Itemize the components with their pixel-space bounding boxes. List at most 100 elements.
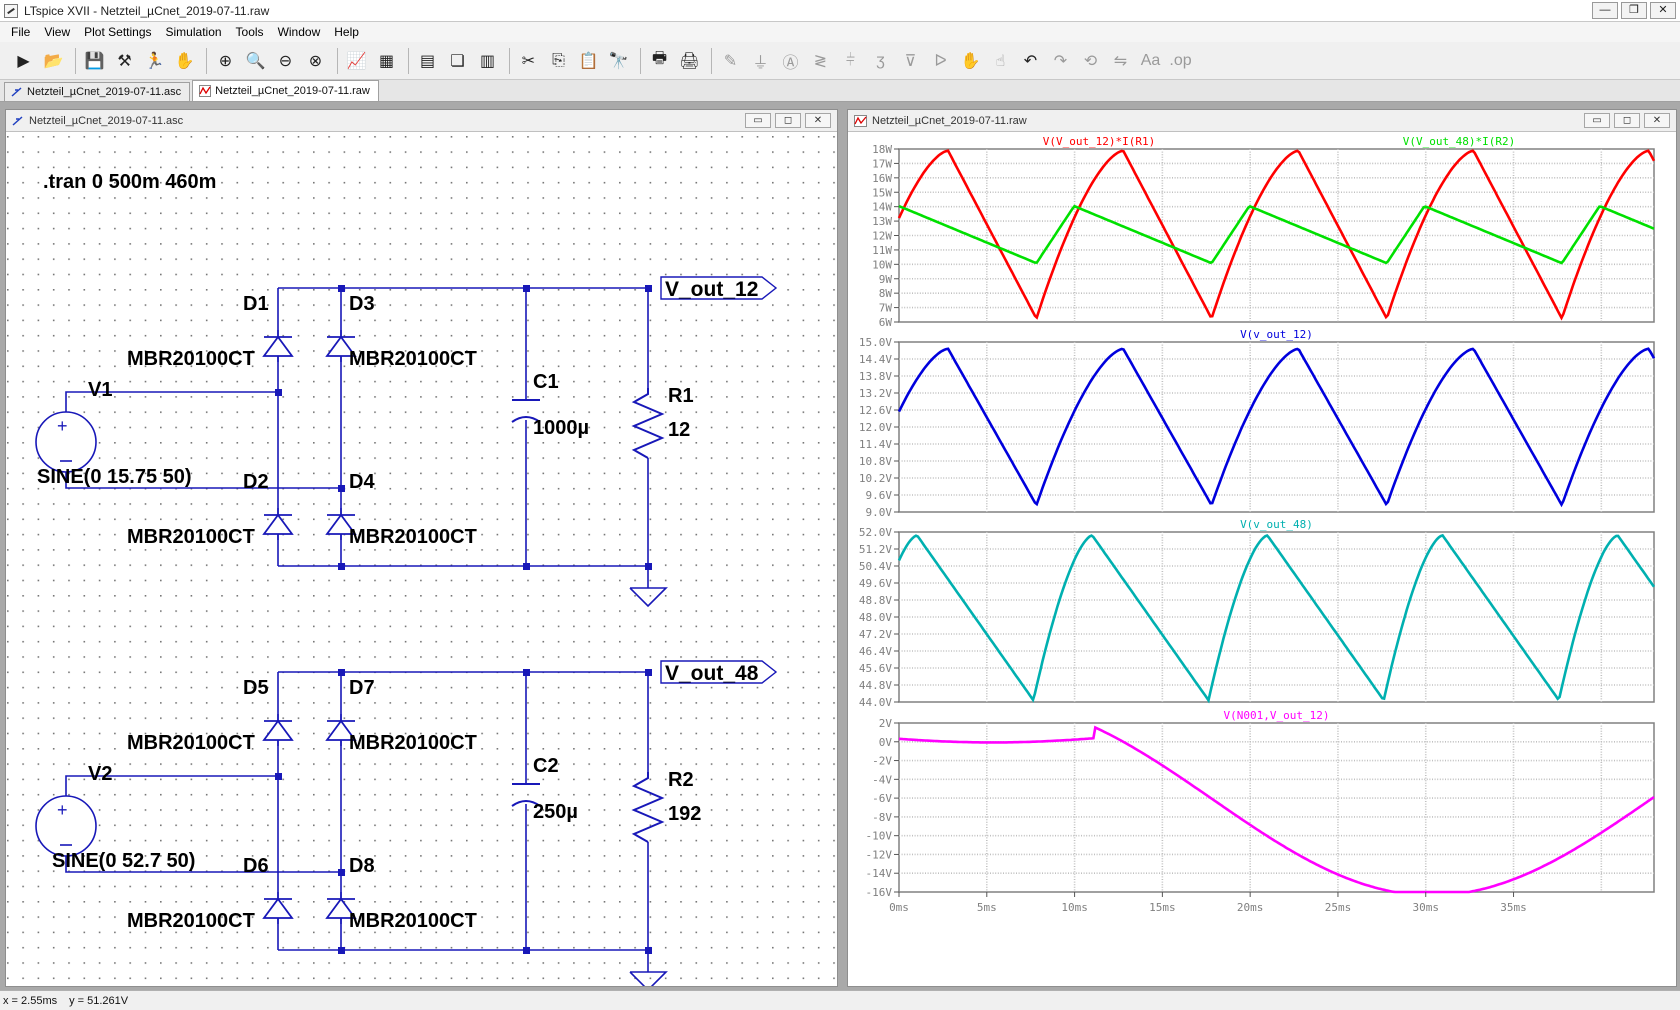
open-icon[interactable]: 📂: [40, 47, 67, 74]
tab-waveform[interactable]: Netzteil_µCnet_2019-07-11.raw: [192, 80, 379, 101]
y-tick-label: 47.2V: [859, 628, 892, 641]
plot-pane-4[interactable]: 2V 0V -2V -4V -6V -8V -10V -12V -14V -16V V(N001,V…: [866, 709, 1655, 899]
waveform-icon: [854, 114, 867, 127]
y-tick-label: 6W: [879, 316, 893, 329]
d6-model: MBR20100CT: [127, 910, 255, 932]
plot-pane-1[interactable]: 18W17W 16W15W 14W13W 12W11W10W 9W8W 7W6W V(V_o…: [872, 135, 1656, 329]
y-tick-label: 18W: [872, 143, 892, 156]
schematic-icon: [12, 115, 23, 126]
y-tick-label: 12W: [872, 230, 892, 243]
voltage-source-v1[interactable]: +: [35, 411, 97, 473]
menu-file[interactable]: File: [4, 25, 37, 39]
capacitor-icon[interactable]: ⫩: [837, 47, 864, 74]
schematic-canvas[interactable]: .tran 0 500m 460m + V_out_12 D1 D3 MBR20…: [6, 132, 837, 986]
v2-value: SINE(0 52.7 50): [52, 850, 195, 872]
menu-window[interactable]: Window: [271, 25, 328, 39]
component-icon[interactable]: ᐅ: [927, 47, 954, 74]
y-tick-label: 12.6V: [859, 404, 892, 417]
y-tick-label: 44.0V: [859, 696, 892, 709]
rotate-icon[interactable]: ⟲: [1077, 47, 1104, 74]
minimize-button[interactable]: —: [1592, 2, 1618, 19]
print-setup-icon[interactable]: 🖨: [676, 47, 703, 74]
save-icon[interactable]: 💾: [81, 47, 108, 74]
zoom-cancel-icon[interactable]: ⊗: [302, 47, 329, 74]
d8-model: MBR20100CT: [349, 910, 477, 932]
zoom-out-icon[interactable]: 🔍: [242, 47, 269, 74]
y-tick-label: 9W: [879, 273, 893, 286]
menu-tools[interactable]: Tools: [229, 25, 271, 39]
schematic-close-button[interactable]: ✕: [805, 113, 831, 128]
menu-bar: File View Plot Settings Simulation Tools…: [0, 22, 1680, 42]
copy-icon[interactable]: ⎘: [545, 47, 572, 74]
wire-icon[interactable]: ✎: [717, 47, 744, 74]
menu-plot-settings[interactable]: Plot Settings: [77, 25, 158, 39]
ground-icon[interactable]: ⏚: [747, 47, 774, 74]
d7-label: D7: [349, 677, 375, 699]
mirror-icon[interactable]: ⇋: [1107, 47, 1134, 74]
tab-schematic[interactable]: Netzteil_µCnet_2019-07-11.asc: [4, 82, 191, 101]
waveform-minimize-button[interactable]: ▭: [1584, 113, 1610, 128]
d3-model: MBR20100CT: [349, 348, 477, 370]
toolbar: ▶ 📂 💾 ⚒ 🏃 ✋ ⊕ 🔍 ⊖ ⊗ 📈 ▦ ▤ ❏ ▥ ✂ ⎘ 📋 🔭 🖶 …: [0, 42, 1680, 80]
tile-horizontal-icon[interactable]: ▤: [414, 47, 441, 74]
waveform-window[interactable]: Netzteil_µCnet_2019-07-11.raw ▭ ◻ ✕ 18W 1…: [847, 109, 1677, 987]
spice-directive[interactable]: .tran 0 500m 460m: [43, 171, 216, 193]
cascade-icon[interactable]: ❏: [444, 47, 471, 74]
spice-directive-icon[interactable]: .op: [1167, 47, 1194, 74]
plot-settings-icon[interactable]: ▦: [373, 47, 400, 74]
waveform-canvas[interactable]: 18W 17W 16W 15W 14W 13W 12W 11W 10W 9W 8W 7W 6W V(V_o…: [848, 132, 1676, 986]
y-tick-label: 49.6V: [859, 577, 892, 590]
trace-label[interactable]: V(V_out_12)*I(R1): [1043, 135, 1156, 148]
y-tick-label: 45.6V: [859, 662, 892, 675]
x-tick-label: 20ms: [1237, 901, 1264, 914]
trace-label[interactable]: V(v_out_48): [1240, 518, 1313, 531]
maximize-button[interactable]: ❐: [1621, 2, 1647, 19]
y-tick-label: 48.0V: [859, 611, 892, 624]
control-panel-icon[interactable]: ⚒: [111, 47, 138, 74]
net-label-v-out-12[interactable]: V_out_12: [660, 276, 778, 301]
net-label-v-out-48[interactable]: V_out_48: [660, 660, 778, 685]
label-icon[interactable]: Ⓐ: [777, 47, 804, 74]
y-tick-label: 12.0V: [859, 421, 892, 434]
cut-icon[interactable]: ✂: [515, 47, 542, 74]
undo-icon[interactable]: ↶: [1017, 47, 1044, 74]
find-icon[interactable]: 🔭: [605, 47, 632, 74]
run-icon[interactable]: ▶: [10, 47, 37, 74]
halt-icon[interactable]: 🏃: [141, 47, 168, 74]
menu-view[interactable]: View: [37, 25, 77, 39]
text-icon[interactable]: Aa: [1137, 47, 1164, 74]
schematic-minimize-button[interactable]: ▭: [745, 113, 771, 128]
trace-label[interactable]: V(v_out_12): [1240, 328, 1313, 341]
tile-vertical-icon[interactable]: ▥: [474, 47, 501, 74]
zoom-full-icon[interactable]: ⊖: [272, 47, 299, 74]
waveform-close-button[interactable]: ✕: [1644, 113, 1670, 128]
drag-icon[interactable]: ☝: [987, 47, 1014, 74]
pan-icon[interactable]: ✋: [171, 47, 198, 74]
trace-label[interactable]: V(N001,V_out_12): [1224, 709, 1330, 722]
close-button[interactable]: ✕: [1650, 2, 1676, 19]
resistor-icon[interactable]: ≷: [807, 47, 834, 74]
ltspice-app-icon: [4, 3, 18, 18]
autorange-icon[interactable]: 📈: [343, 47, 370, 74]
inductor-icon[interactable]: ʒ: [867, 47, 894, 74]
y-tick-label: 0V: [879, 736, 893, 749]
move-icon[interactable]: ✋: [957, 47, 984, 74]
print-icon[interactable]: 🖶: [646, 47, 673, 74]
status-cursor-y: y = 51.261V: [69, 994, 129, 1007]
menu-simulation[interactable]: Simulation: [159, 25, 229, 39]
plot-pane-3[interactable]: 52.0V 51.2V 50.4V 49.6V 48.8V 48.0V 47.2V 46.4V…: [859, 518, 1656, 709]
redo-icon[interactable]: ↷: [1047, 47, 1074, 74]
plot-pane-2[interactable]: 15.0V 14.4V 13.8V 13.2V 12.6V 12.0V 11.4V 10.8V…: [859, 328, 1656, 519]
schematic-window[interactable]: Netzteil_µCnet_2019-07-11.asc ▭ ◻ ✕ .tra…: [5, 109, 838, 987]
y-tick-label: -16V: [866, 886, 893, 899]
y-tick-label: 13.2V: [859, 387, 892, 400]
menu-help[interactable]: Help: [327, 25, 366, 39]
trace-label[interactable]: V(V_out_48)*I(R2): [1403, 135, 1516, 148]
d2-model: MBR20100CT: [127, 526, 255, 548]
diode-icon[interactable]: ⊽: [897, 47, 924, 74]
zoom-in-icon[interactable]: ⊕: [212, 47, 239, 74]
waveform-maximize-button[interactable]: ◻: [1614, 113, 1640, 128]
schematic-maximize-button[interactable]: ◻: [775, 113, 801, 128]
voltage-source-v2[interactable]: +: [35, 795, 97, 857]
paste-icon[interactable]: 📋: [575, 47, 602, 74]
